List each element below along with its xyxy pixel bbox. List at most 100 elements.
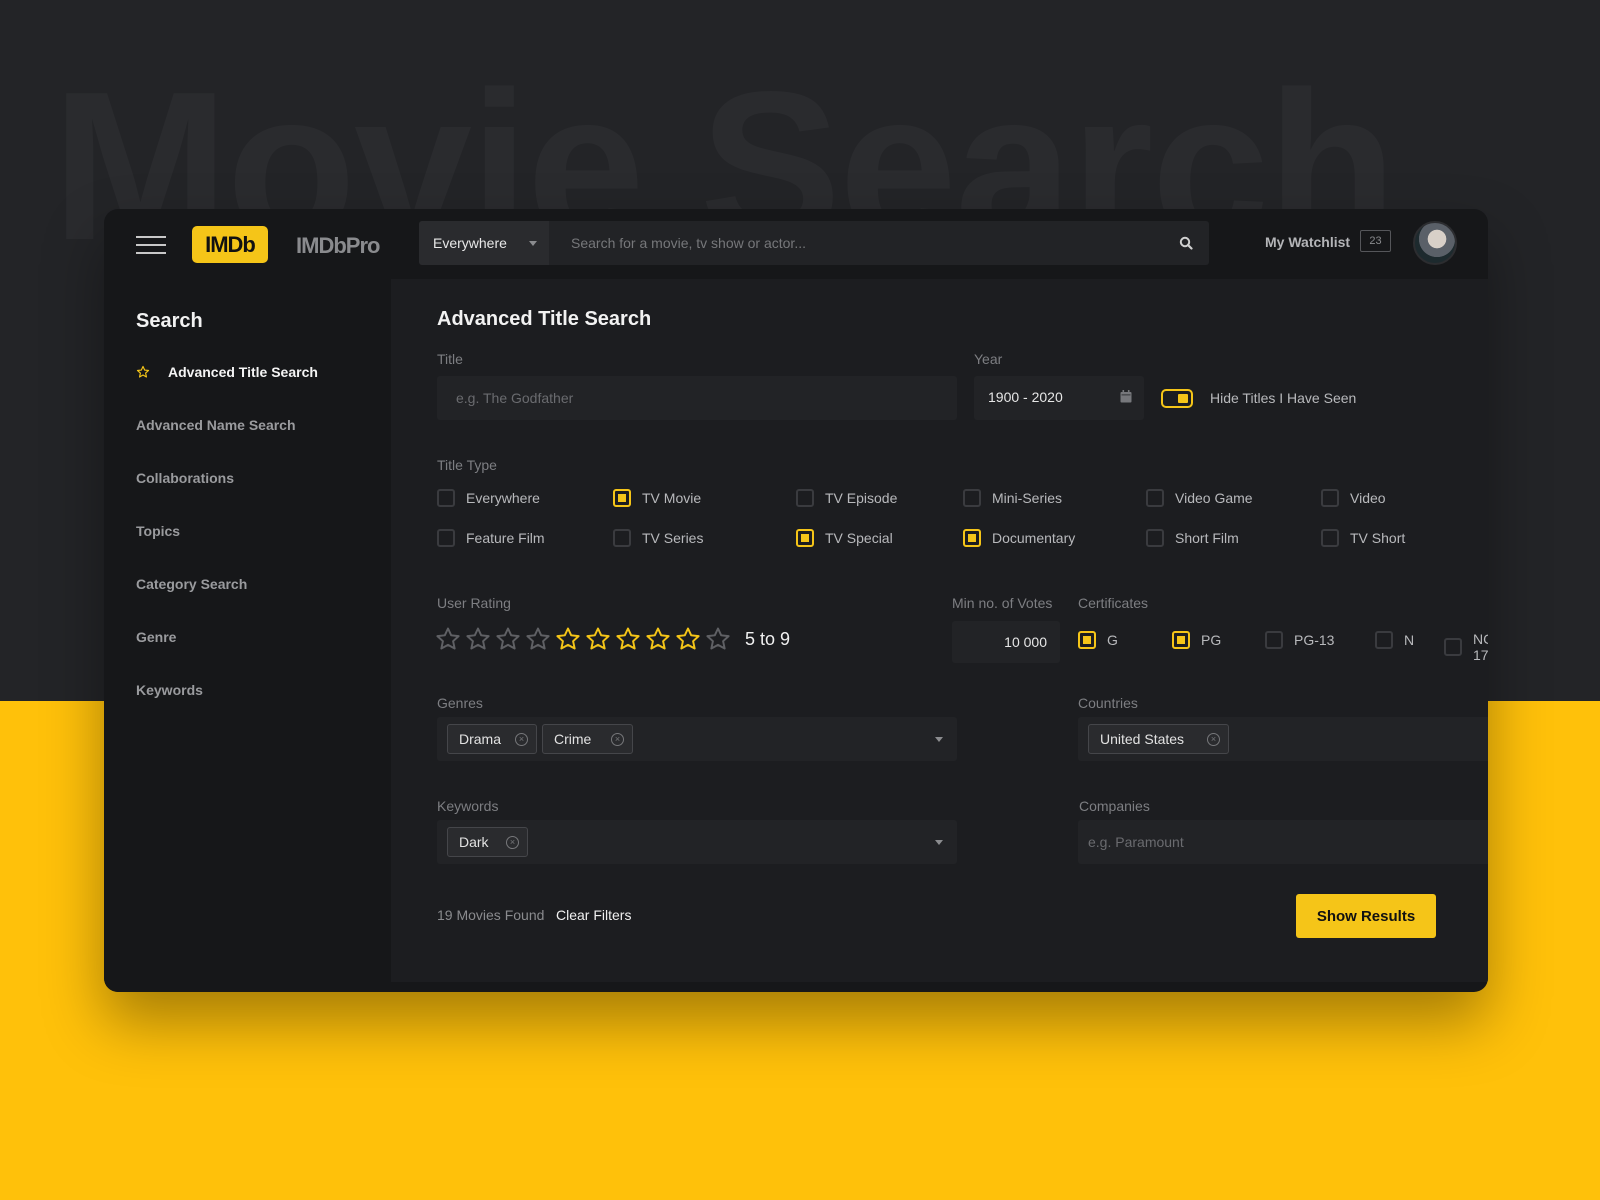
checkbox-label: TV Short [1350, 530, 1406, 546]
chevron-down-icon [935, 737, 943, 742]
checkbox-mini-series[interactable]: Mini-Series [963, 489, 1062, 507]
imdbpro-logo[interactable]: IMDbPro [296, 233, 380, 259]
close-icon[interactable]: × [506, 836, 519, 849]
checkbox-box[interactable] [1265, 631, 1283, 649]
rating-star-icon[interactable] [525, 626, 551, 652]
checkbox-box[interactable] [796, 489, 814, 507]
checkbox-box[interactable] [1146, 489, 1164, 507]
search-icon[interactable] [1179, 236, 1193, 250]
checkbox-label: TV Special [825, 530, 893, 546]
checkbox-tv-episode[interactable]: TV Episode [796, 489, 897, 507]
checkbox-label: PG [1201, 632, 1222, 648]
checkbox-box[interactable] [1375, 631, 1393, 649]
search-scope-dropdown[interactable]: Everywhere [419, 221, 549, 265]
user-avatar[interactable] [1413, 221, 1457, 265]
certificate-n[interactable]: N [1375, 631, 1414, 649]
rating-star-icon[interactable] [585, 626, 611, 652]
checkbox-everywhere[interactable]: Everywhere [437, 489, 540, 507]
sidebar: Search Advanced Title Search Advanced Na… [104, 279, 391, 992]
search-input[interactable] [549, 221, 1209, 265]
keywords-select[interactable]: Dark × [437, 820, 957, 864]
checkbox-label: Mini-Series [992, 490, 1063, 506]
sidebar-item-category-search[interactable]: Category Search [136, 576, 247, 592]
checkbox-box[interactable] [796, 529, 814, 547]
chevron-down-icon [935, 840, 943, 845]
top-bar: IMDb IMDbPro Everywhere My Watchlist 23 [104, 209, 1488, 279]
results-count: 19 Movies Found [437, 907, 545, 923]
close-icon[interactable]: × [1207, 733, 1220, 746]
close-icon[interactable]: × [515, 733, 528, 746]
watchlist-link[interactable]: My Watchlist [1265, 234, 1350, 250]
checkbox-box[interactable] [963, 489, 981, 507]
genre-chip: Crime × [542, 724, 633, 754]
checkbox-box[interactable] [1321, 489, 1339, 507]
checkbox-label: Video [1350, 490, 1386, 506]
rating-star-icon[interactable] [645, 626, 671, 652]
genres-select[interactable]: Drama × Crime × [437, 717, 957, 761]
rating-star-icon[interactable] [435, 626, 461, 652]
companies-label: Companies [1079, 798, 1150, 814]
checkbox-box[interactable] [963, 529, 981, 547]
clear-filters-link[interactable]: Clear Filters [556, 907, 631, 923]
toggle-knob [1178, 394, 1188, 403]
app-window: IMDb IMDbPro Everywhere My Watchlist 23 … [104, 209, 1488, 992]
rating-star-icon[interactable] [555, 626, 581, 652]
keywords-label: Keywords [437, 798, 499, 814]
year-range-value: 1900 - 2020 [988, 389, 1063, 405]
rating-star-icon[interactable] [705, 626, 731, 652]
checkbox-box[interactable] [1444, 638, 1462, 656]
min-votes-label: Min no. of Votes [952, 595, 1053, 611]
hide-seen-toggle[interactable] [1161, 389, 1193, 408]
checkbox-label: N [1404, 632, 1415, 648]
checkbox-short-film[interactable]: Short Film [1146, 529, 1239, 547]
chip-label: Drama [459, 731, 502, 747]
checkbox-box[interactable] [613, 489, 631, 507]
rating-star-icon[interactable] [675, 626, 701, 652]
checkbox-tv-movie[interactable]: TV Movie [613, 489, 701, 507]
title-input[interactable] [437, 376, 957, 420]
checkbox-box[interactable] [1172, 631, 1190, 649]
imdb-logo[interactable]: IMDb [192, 226, 268, 263]
user-rating-label: User Rating [437, 595, 511, 611]
rating-star-icon[interactable] [495, 626, 521, 652]
sidebar-title: Search [136, 310, 203, 332]
checkbox-box[interactable] [1321, 529, 1339, 547]
checkbox-box[interactable] [437, 489, 455, 507]
checkbox-video-game[interactable]: Video Game [1146, 489, 1253, 507]
min-votes-input[interactable]: 10 000 [952, 621, 1060, 663]
sidebar-item-collaborations[interactable]: Collaborations [136, 470, 234, 486]
sidebar-item-advanced-title-search[interactable]: Advanced Title Search [136, 364, 318, 380]
checkbox-documentary[interactable]: Documentary [963, 529, 1075, 547]
year-range-field[interactable]: 1900 - 2020 [974, 376, 1144, 420]
show-results-button[interactable]: Show Results [1296, 894, 1436, 938]
countries-select[interactable]: United States × [1078, 717, 1488, 761]
checkbox-tv-short[interactable]: TV Short [1321, 529, 1405, 547]
menu-icon[interactable] [136, 236, 166, 255]
certificate-pg-13[interactable]: PG-13 [1265, 631, 1334, 649]
certificate-pg[interactable]: PG [1172, 631, 1221, 649]
sidebar-item-keywords[interactable]: Keywords [136, 682, 203, 698]
checkbox-box[interactable] [1078, 631, 1096, 649]
rating-star-icon[interactable] [465, 626, 491, 652]
checkbox-tv-series[interactable]: TV Series [613, 529, 703, 547]
rating-star-icon[interactable] [615, 626, 641, 652]
checkbox-box[interactable] [613, 529, 631, 547]
companies-select[interactable]: e.g. Paramount [1078, 820, 1488, 864]
sidebar-item-genre[interactable]: Genre [136, 629, 176, 645]
close-icon[interactable]: × [611, 733, 624, 746]
sidebar-item-topics[interactable]: Topics [136, 523, 180, 539]
title-type-label: Title Type [437, 457, 497, 473]
checkbox-feature-film[interactable]: Feature Film [437, 529, 545, 547]
checkbox-box[interactable] [437, 529, 455, 547]
title-label: Title [437, 351, 463, 367]
page-title: Advanced Title Search [437, 308, 652, 330]
sidebar-item-advanced-name-search[interactable]: Advanced Name Search [136, 417, 296, 433]
checkbox-label: G [1107, 632, 1118, 648]
rating-range-text: 5 to 9 [745, 628, 791, 649]
checkbox-video[interactable]: Video [1321, 489, 1386, 507]
certificate-nc-17[interactable]: NC-17 [1444, 631, 1488, 663]
checkbox-box[interactable] [1146, 529, 1164, 547]
genres-label: Genres [437, 695, 483, 711]
certificate-g[interactable]: G [1078, 631, 1118, 649]
checkbox-tv-special[interactable]: TV Special [796, 529, 893, 547]
